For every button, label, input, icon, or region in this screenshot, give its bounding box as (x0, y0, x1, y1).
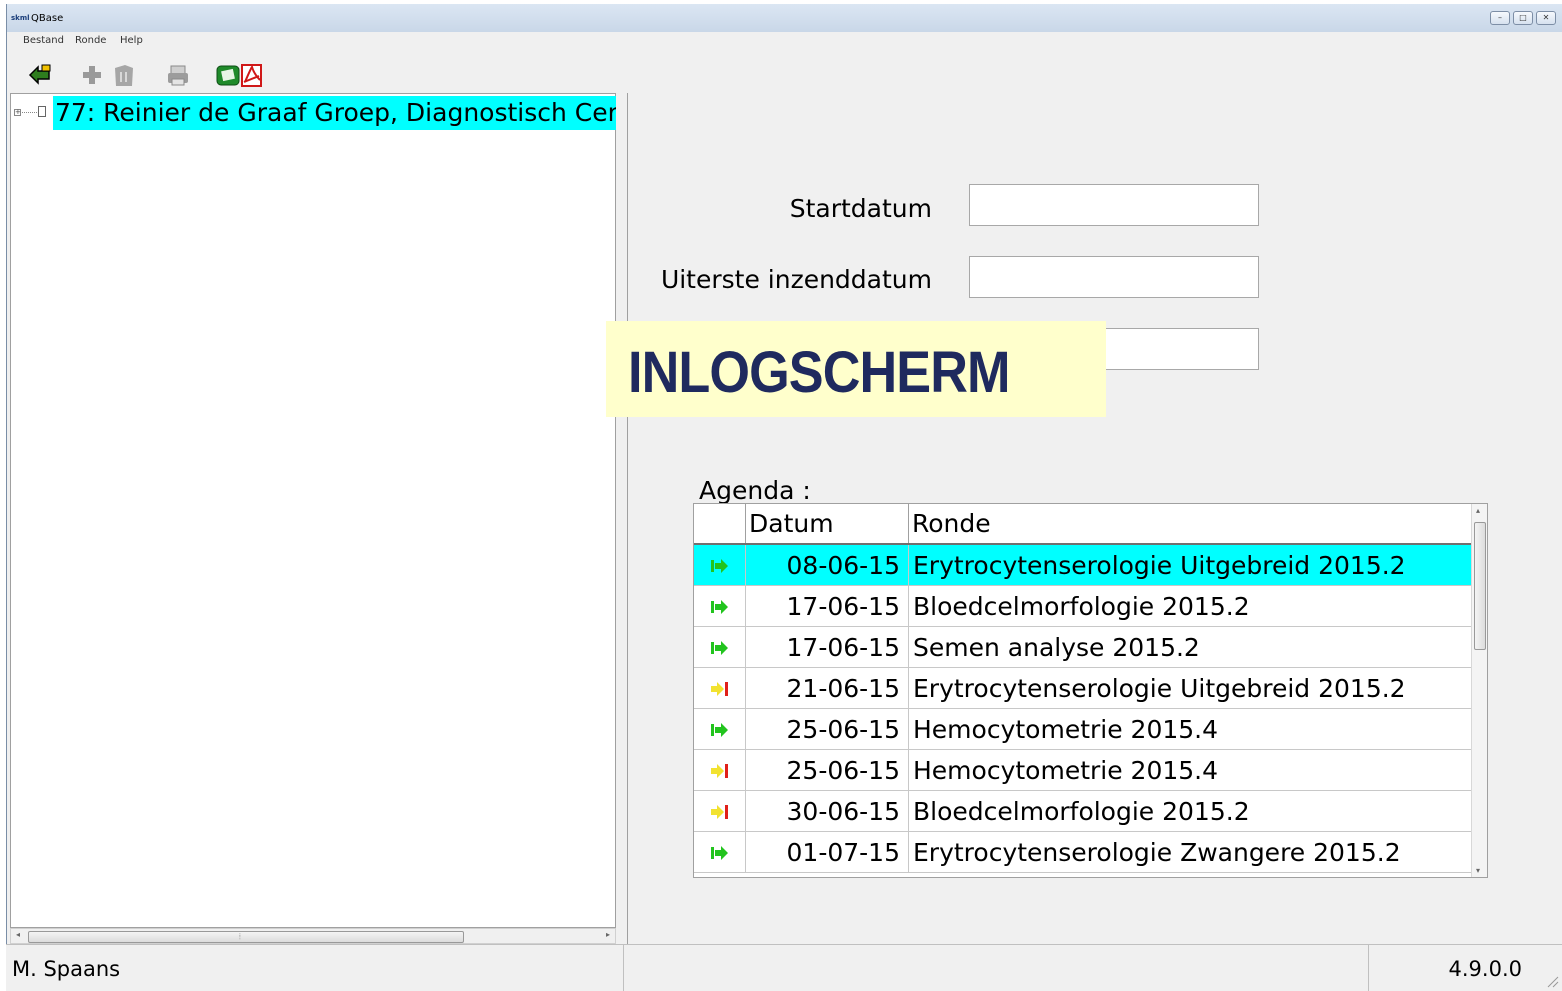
status-version: 4.9.0.0 (1448, 957, 1522, 981)
close-button[interactable]: ✕ (1536, 11, 1556, 25)
green-arrow-icon (711, 723, 728, 737)
window-title: QBase (31, 13, 64, 24)
add-icon[interactable] (79, 62, 105, 88)
uiterste-inzenddatum-field[interactable] (969, 256, 1259, 298)
datum-cell[interactable]: 21-06-15 (746, 668, 909, 708)
table-row[interactable]: 08-06-15 Erytrocytenserologie Uitgebreid … (694, 545, 1472, 586)
datum-cell[interactable]: 17-06-15 (746, 627, 909, 667)
table-row[interactable]: 30-06-15 Bloedcelmorfologie 2015.2 (694, 791, 1472, 832)
ronde-cell[interactable]: Hemocytometrie 2015.4 (909, 709, 1472, 749)
datum-cell[interactable]: 25-06-15 (746, 709, 909, 749)
status-icon-cell (694, 791, 746, 831)
uiterste-inzenddatum-label: Uiterste inzenddatum (660, 265, 932, 294)
header-datum[interactable]: Datum (746, 504, 909, 543)
resize-grip-icon[interactable] (1545, 974, 1559, 988)
status-icon-cell (694, 832, 746, 872)
pdf-icon[interactable] (239, 62, 265, 88)
grid-vertical-scrollbar[interactable]: ▴ ▾ (1471, 504, 1487, 877)
datum-cell[interactable]: 08-06-15 (746, 545, 909, 585)
table-row[interactable]: 01-07-15 Erytrocytenserologie Zwangere 20… (694, 832, 1472, 873)
header-ronde[interactable]: Ronde (909, 504, 1472, 543)
menu-ronde[interactable]: Ronde (75, 35, 106, 46)
delete-icon[interactable] (111, 62, 137, 88)
datum-cell[interactable]: 30-06-15 (746, 791, 909, 831)
datum-cell[interactable]: 25-06-15 (746, 750, 909, 790)
table-row[interactable]: 21-06-15 Erytrocytenserologie Uitgebreid … (694, 668, 1472, 709)
print-icon[interactable] (165, 62, 191, 88)
ronde-cell[interactable]: Erytrocytenserologie Uitgebreid 2015.2 (909, 668, 1472, 708)
status-icon-cell (694, 709, 746, 749)
ronde-cell[interactable]: Bloedcelmorfologie 2015.2 (909, 586, 1472, 626)
status-icon-cell (694, 627, 746, 667)
ronde-cell[interactable]: Erytrocytenserologie Zwangere 2015.2 (909, 832, 1472, 872)
status-icon-cell (694, 545, 746, 585)
menu-bar: Bestand Ronde Help (7, 32, 1562, 50)
grip-icon: ⦙ (239, 932, 241, 941)
table-row[interactable]: 25-06-15 Hemocytometrie 2015.4 (694, 750, 1472, 791)
startdatum-field[interactable] (969, 184, 1259, 226)
status-icon-cell (694, 668, 746, 708)
scrollbar-thumb[interactable] (1474, 522, 1486, 650)
status-icon-cell (694, 586, 746, 626)
table-row[interactable]: 25-06-15 Hemocytometrie 2015.4 (694, 709, 1472, 750)
yellow-red-arrow-icon (711, 805, 728, 819)
yellow-red-arrow-icon (711, 764, 728, 778)
status-divider (1368, 945, 1369, 991)
back-icon[interactable] (27, 62, 53, 88)
ronde-cell[interactable]: Bloedcelmorfologie 2015.2 (909, 791, 1472, 831)
document-icon (38, 106, 46, 117)
maximize-button[interactable]: □ (1513, 11, 1533, 25)
table-row[interactable]: 17-06-15 Semen analyse 2015.2 (694, 627, 1472, 668)
scroll-left-icon[interactable]: ◂ (16, 930, 20, 939)
ronde-cell[interactable]: Erytrocytenserologie Uitgebreid 2015.2 (909, 545, 1472, 585)
status-divider (623, 945, 624, 991)
tree-panel[interactable]: + 77: Reinier de Graaf Groep, Diagnostis… (10, 93, 618, 928)
status-bar: M. Spaans 4.9.0.0 (6, 944, 1562, 991)
green-arrow-icon (711, 559, 728, 573)
tree-node-root[interactable]: + 77: Reinier de Graaf Groep, Diagnostis… (11, 96, 618, 130)
tree-horizontal-scrollbar[interactable]: ◂ ⦙ ▸ (10, 928, 616, 944)
banner-text: INLOGSCHERM (628, 340, 1010, 405)
expand-icon[interactable]: + (14, 109, 21, 116)
menu-help[interactable]: Help (120, 35, 143, 46)
ronde-cell[interactable]: Semen analyse 2015.2 (909, 627, 1472, 667)
startdatum-label: Startdatum (789, 194, 932, 223)
scroll-down-icon[interactable]: ▾ (1476, 866, 1480, 875)
title-bar[interactable]: skml QBase – □ ✕ (7, 4, 1562, 32)
tree-connector (22, 112, 37, 113)
status-icon-cell (694, 750, 746, 790)
minimize-button[interactable]: – (1490, 11, 1510, 25)
header-icon-column[interactable] (694, 504, 746, 543)
menu-bestand[interactable]: Bestand (23, 35, 64, 46)
datum-cell[interactable]: 17-06-15 (746, 586, 909, 626)
table-row[interactable]: 17-06-15 Bloedcelmorfologie 2015.2 (694, 586, 1472, 627)
ronde-cell[interactable]: Hemocytometrie 2015.4 (909, 750, 1472, 790)
datum-cell[interactable]: 01-07-15 (746, 832, 909, 872)
green-arrow-icon (711, 600, 728, 614)
inlogscherm-banner: INLOGSCHERM (606, 321, 1106, 417)
panel-splitter[interactable] (616, 93, 628, 944)
green-arrow-icon (711, 846, 728, 860)
green-arrow-icon (711, 641, 728, 655)
agenda-grid[interactable]: Datum Ronde 08-06-15 Erytrocytenserologie… (693, 503, 1488, 878)
scroll-up-icon[interactable]: ▴ (1476, 506, 1480, 515)
status-user: M. Spaans (12, 957, 121, 981)
yellow-red-arrow-icon (711, 682, 728, 696)
grid-header: Datum Ronde (694, 504, 1472, 545)
scroll-right-icon[interactable]: ▸ (606, 930, 610, 939)
toolbar (7, 52, 1562, 94)
report-icon[interactable] (215, 62, 241, 88)
app-logo: skml (11, 14, 30, 22)
agenda-label: Agenda : (699, 476, 811, 505)
tree-node-label[interactable]: 77: Reinier de Graaf Groep, Diagnostisch… (53, 96, 618, 130)
scrollbar-thumb[interactable]: ⦙ (28, 931, 464, 943)
